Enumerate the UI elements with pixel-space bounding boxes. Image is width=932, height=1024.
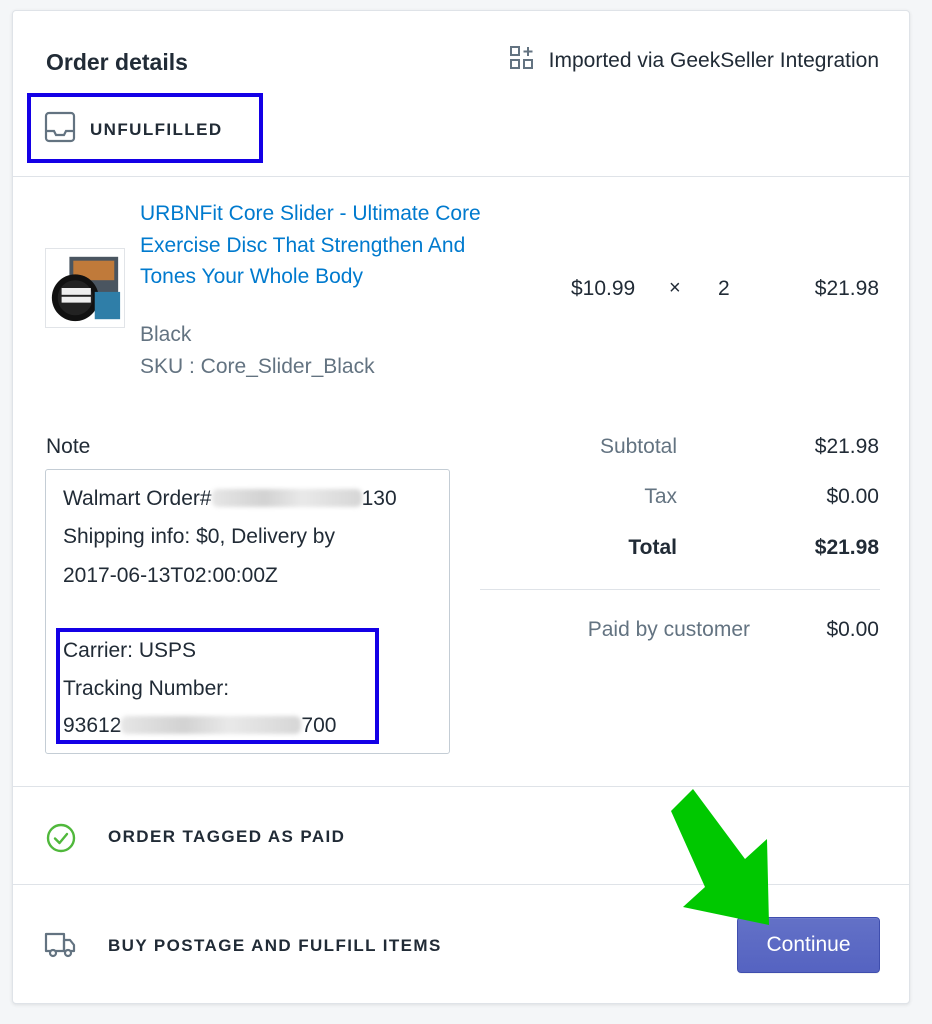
unit-price: $10.99	[571, 277, 636, 300]
note-label: Note	[46, 435, 91, 458]
import-source: Imported via GeekSeller Integration	[509, 45, 879, 77]
paid-by-customer-value: $0.00	[826, 618, 879, 641]
truck-icon	[44, 931, 76, 959]
card-title: Order details	[46, 49, 188, 75]
note-order-line: Walmart Order# 130	[63, 487, 397, 511]
tracking-highlight-box	[56, 628, 379, 744]
tax-value: $0.00	[826, 485, 879, 508]
note-shipping-line: Shipping info: $0, Delivery by	[63, 525, 335, 548]
fulfillment-status-label: UNFULFILLED	[90, 119, 223, 139]
paid-by-customer-label: Paid by customer	[587, 618, 750, 641]
product-title-link[interactable]: URBNFit Core Slider - Ultimate Core Exer…	[140, 198, 515, 293]
summary-divider	[480, 589, 880, 590]
multiply-sign: ×	[669, 277, 681, 299]
subtotal-value: $21.98	[814, 435, 879, 458]
product-thumbnail[interactable]	[45, 248, 125, 328]
subtotal-label: Subtotal	[599, 435, 677, 458]
quantity: 2	[718, 277, 730, 300]
line-total: $21.98	[814, 277, 879, 300]
import-source-label: Imported via GeekSeller Integration	[548, 49, 879, 72]
total-label: Total	[628, 536, 677, 559]
buy-postage-label: BUY POSTAGE AND FULFILL ITEMS	[108, 936, 442, 955]
order-details-card: Order details Imported via GeekSeller In…	[12, 10, 910, 1004]
apps-add-icon	[509, 45, 535, 77]
fulfillment-status: UNFULFILLED	[44, 111, 223, 148]
order-tagged-paid-label: ORDER TAGGED AS PAID	[108, 827, 346, 846]
tax-label: Tax	[644, 485, 677, 508]
inbox-tray-icon	[44, 111, 76, 148]
note-order-prefix: Walmart Order#	[63, 487, 212, 510]
product-sku: SKU : Core_Slider_Black	[140, 355, 375, 378]
note-delivery-date: 2017-06-13T02:00:00Z	[63, 564, 278, 587]
note-order-suffix: 130	[361, 487, 397, 510]
annotation-arrow-icon	[671, 787, 781, 927]
check-circle-icon	[46, 823, 76, 853]
header-divider	[13, 176, 909, 177]
total-value: $21.98	[814, 536, 879, 559]
redacted-order-number	[211, 489, 362, 507]
product-variant: Black	[140, 323, 192, 346]
